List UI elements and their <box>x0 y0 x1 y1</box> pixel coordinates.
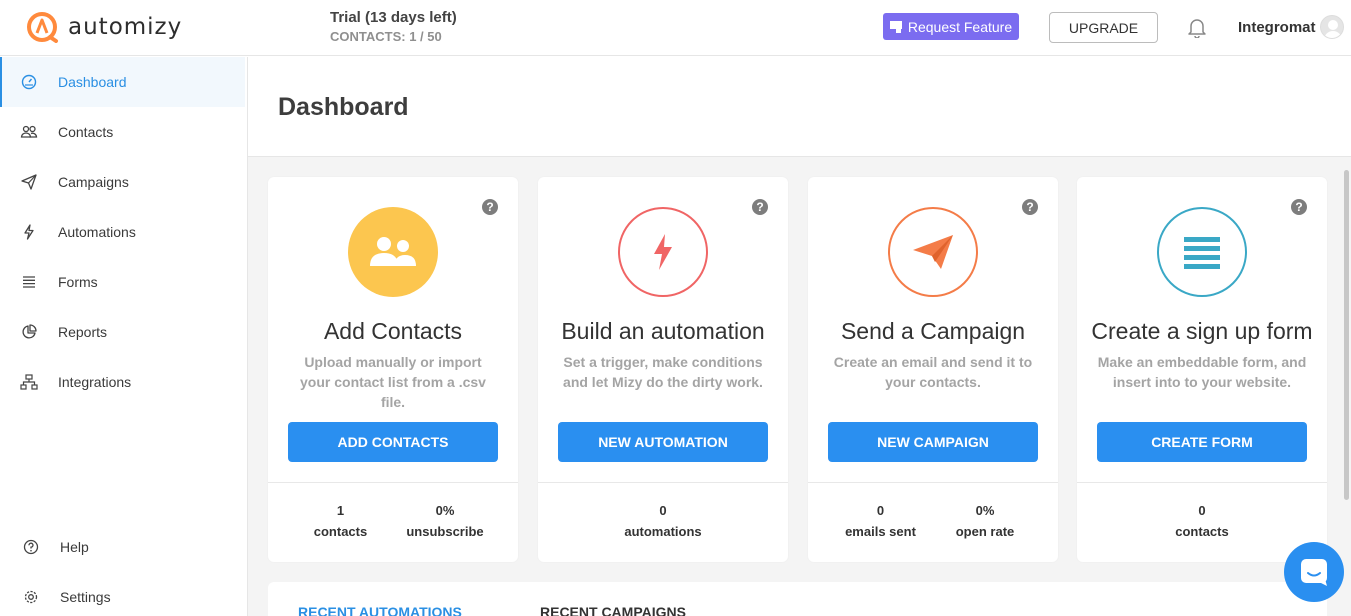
card-description: Create an email and send it to your cont… <box>833 354 1033 390</box>
build-automation-card: ? Build an automation Set a trigger, mak… <box>538 177 788 562</box>
avatar[interactable] <box>1320 15 1344 39</box>
dashboard-icon <box>20 73 38 91</box>
new-automation-button[interactable]: NEW AUTOMATION <box>558 422 768 462</box>
send-campaign-card: ? Send a Campaign Create an email and se… <box>808 177 1058 562</box>
lightning-icon <box>20 223 38 241</box>
new-campaign-button[interactable]: NEW CAMPAIGN <box>828 422 1038 462</box>
stat-unsubscribe: 0% unsubscribe <box>400 503 490 539</box>
stat-emails-sent: 0 emails sent <box>838 503 923 539</box>
stat-automations: 0 automations <box>613 503 713 539</box>
sidebar-item-label: Dashboard <box>58 74 127 90</box>
recent-activity-panel: RECENT AUTOMATIONS RECENT CAMPAIGNS <box>268 582 1327 616</box>
sidebar-item-label: Forms <box>58 274 98 290</box>
card-title: Send a Campaign <box>840 318 1026 344</box>
sidebar: Dashboard Contacts Campaigns Automations… <box>0 57 248 616</box>
users-icon <box>348 207 438 297</box>
divider <box>808 482 1058 483</box>
sitemap-icon <box>20 373 38 391</box>
stat-label: open rate <box>955 524 1015 539</box>
automizy-logo-icon <box>27 12 58 43</box>
pie-chart-icon <box>20 323 38 341</box>
contacts-icon <box>20 123 38 141</box>
sidebar-item-settings[interactable]: Settings <box>0 572 247 616</box>
page-header: Dashboard <box>248 57 1351 157</box>
chat-icon <box>1301 559 1327 586</box>
automizy-logo[interactable]: automizy <box>26 11 182 43</box>
list-icon <box>1157 207 1247 297</box>
stat-label: emails sent <box>845 524 916 539</box>
card-description: Upload manually or import your contact l… <box>300 354 486 410</box>
card-title: Build an automation <box>561 318 765 344</box>
sidebar-item-label: Contacts <box>58 124 114 140</box>
stat-value: 0 <box>1198 503 1206 518</box>
sidebar-item-label: Campaigns <box>58 174 129 190</box>
request-feature-label: Request Feature <box>907 18 1013 35</box>
stat-value: 0% <box>975 503 995 518</box>
help-icon[interactable]: ? <box>1291 199 1307 215</box>
trial-status: Trial (13 days left) <box>330 9 457 26</box>
stat-label: contacts <box>313 524 368 539</box>
sidebar-item-label: Help <box>60 539 89 555</box>
contacts-usage: CONTACTS: 1 / 50 <box>330 29 442 44</box>
list-icon <box>20 273 38 291</box>
request-feature-button[interactable]: Request Feature <box>883 13 1019 40</box>
card-title: Create a sign up form <box>1091 318 1313 344</box>
stat-value: 0% <box>435 503 455 518</box>
card-description: Set a trigger, make conditions and let M… <box>563 354 763 390</box>
stat-value: 1 <box>336 503 345 518</box>
stat-label: unsubscribe <box>406 524 484 539</box>
card-title: Add Contacts <box>323 318 463 344</box>
sidebar-item-label: Reports <box>58 324 108 340</box>
help-icon[interactable]: ? <box>752 199 768 215</box>
gear-icon <box>22 588 40 606</box>
help-icon[interactable]: ? <box>1022 199 1038 215</box>
stat-label: automations <box>624 524 702 539</box>
page-title: Dashboard <box>278 93 409 121</box>
create-form-card: ? Create a sign up form Make an embeddab… <box>1077 177 1327 562</box>
chat-launcher-button[interactable] <box>1284 542 1344 602</box>
add-contacts-button[interactable]: ADD CONTACTS <box>288 422 498 462</box>
lightning-icon <box>618 207 708 297</box>
sidebar-item-label: Integrations <box>58 374 132 390</box>
bell-icon[interactable] <box>1186 16 1208 43</box>
stat-open-rate: 0% open rate <box>945 503 1025 539</box>
divider <box>538 482 788 483</box>
paper-plane-icon <box>20 173 38 191</box>
stat-label: contacts <box>1175 524 1229 539</box>
divider <box>1077 482 1327 483</box>
upgrade-button[interactable]: UPGRADE <box>1049 12 1158 43</box>
card-description: Make an embeddable form, and insert into… <box>1097 354 1307 390</box>
help-icon <box>22 538 40 556</box>
sidebar-item-reports[interactable]: Reports <box>0 307 247 357</box>
help-icon[interactable]: ? <box>482 199 498 215</box>
sidebar-item-label: Settings <box>60 589 111 605</box>
sidebar-item-campaigns[interactable]: Campaigns <box>0 157 247 207</box>
create-form-button[interactable]: CREATE FORM <box>1097 422 1307 462</box>
stat-form-contacts: 0 contacts <box>1157 503 1247 539</box>
sidebar-item-label: Automations <box>58 224 136 240</box>
sidebar-item-integrations[interactable]: Integrations <box>0 357 247 407</box>
sidebar-item-contacts[interactable]: Contacts <box>0 107 247 157</box>
add-contacts-card: ? Add Contacts Upload manually or import… <box>268 177 518 562</box>
request-feature-icon <box>889 20 902 33</box>
sidebar-item-forms[interactable]: Forms <box>0 257 247 307</box>
stat-value: 0 <box>659 503 667 518</box>
user-name[interactable]: Integromat <box>1238 19 1316 36</box>
stat-value: 0 <box>876 503 885 518</box>
paper-plane-icon <box>888 207 978 297</box>
sidebar-item-dashboard[interactable]: Dashboard <box>0 57 245 107</box>
tab-recent-automations[interactable]: RECENT AUTOMATIONS <box>298 604 462 616</box>
sidebar-item-help[interactable]: Help <box>0 522 247 572</box>
sidebar-item-automations[interactable]: Automations <box>0 207 247 257</box>
stat-contacts: 1 contacts <box>308 503 373 539</box>
brand-name: automizy <box>68 14 183 40</box>
tab-recent-campaigns[interactable]: RECENT CAMPAIGNS <box>540 604 686 616</box>
top-bar: automizy Trial (13 days left) CONTACTS: … <box>0 0 1351 56</box>
trial-info: Trial (13 days left) CONTACTS: 1 / 50 <box>330 9 457 44</box>
divider <box>268 482 518 483</box>
scrollbar[interactable] <box>1344 170 1349 500</box>
